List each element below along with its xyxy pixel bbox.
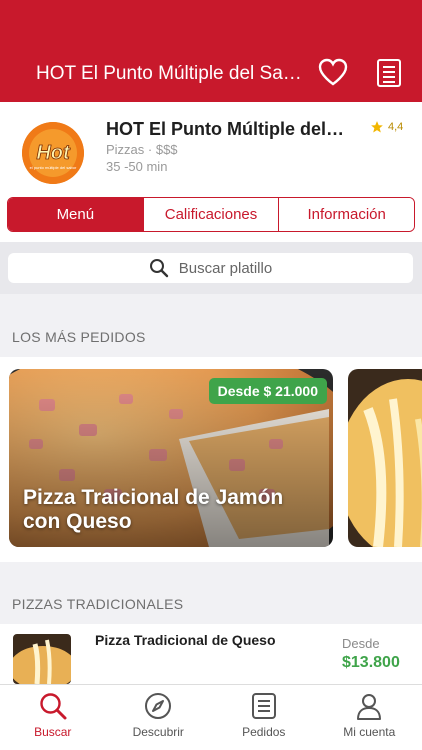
restaurant-name: HOT El Punto Múltiple del Sabor: [106, 119, 346, 139]
nav-discover-label: Descubrir: [132, 725, 184, 739]
rating-value: 4,4: [388, 121, 404, 133]
svg-text:Hot: Hot: [36, 142, 71, 164]
list-item-from-label: Desde: [342, 636, 380, 651]
nav-orders[interactable]: Pedidos: [211, 685, 317, 750]
tab-information[interactable]: Información: [279, 198, 414, 231]
price-badge: Desde $ 21.000: [208, 378, 327, 404]
star-icon: [371, 121, 383, 133]
dish-search-input[interactable]: Buscar platillo: [8, 253, 413, 283]
search-placeholder: Buscar platillo: [178, 259, 273, 277]
compass-icon: [145, 693, 172, 719]
search-icon: [40, 693, 67, 720]
tab-menu[interactable]: Menú: [8, 198, 144, 231]
delivery-time: 35 -50 min: [106, 159, 168, 174]
nav-account[interactable]: Mi cuenta: [317, 685, 422, 750]
restaurant-header: Hot el punto múltiple del sabor HOT El P…: [0, 102, 422, 242]
app-header: HOT El Punto Múltiple del Sabor: [0, 0, 422, 102]
document-list-icon[interactable]: [376, 58, 402, 88]
restaurant-category: Pizzas · $$$: [106, 142, 178, 157]
bottom-nav: Buscar Descubrir Pedidos Mi cuenta: [0, 684, 422, 750]
user-icon: [357, 694, 382, 720]
featured-card[interactable]: Desde $ 21.000 Pizza Traicional de Jamón…: [9, 369, 333, 547]
nav-orders-label: Pedidos: [242, 725, 286, 739]
heart-icon[interactable]: [318, 58, 348, 86]
nav-discover[interactable]: Descubrir: [106, 685, 212, 750]
page-title: HOT El Punto Múltiple del Sabor: [36, 63, 308, 84]
nav-search-label: Buscar: [34, 725, 72, 739]
list-item-name: Pizza Tradicional de Queso: [95, 632, 276, 648]
search-icon: [149, 259, 168, 278]
pizza-image: [348, 369, 422, 547]
orders-icon: [251, 693, 276, 719]
svg-text:el punto múltiple del sabor: el punto múltiple del sabor: [30, 165, 77, 170]
search-area: Buscar platillo: [0, 242, 422, 294]
section-title-traditional: PIZZAS TRADICIONALES: [12, 596, 184, 612]
list-item-thumbnail: [13, 634, 71, 684]
restaurant-tabs: Menú Calificaciones Información: [7, 197, 415, 232]
restaurant-logo: Hot el punto múltiple del sabor: [22, 122, 84, 184]
section-title-popular: LOS MÁS PEDIDOS: [12, 329, 146, 345]
tab-ratings[interactable]: Calificaciones: [143, 198, 280, 231]
featured-card-title: Pizza Traicional de Jamón con Queso: [23, 486, 284, 533]
nav-search[interactable]: Buscar: [0, 685, 106, 750]
list-item-price: $13.800: [342, 654, 400, 671]
featured-card-partial[interactable]: [348, 369, 422, 547]
nav-account-label: Mi cuenta: [343, 725, 396, 739]
rating: 4,4: [370, 120, 403, 134]
